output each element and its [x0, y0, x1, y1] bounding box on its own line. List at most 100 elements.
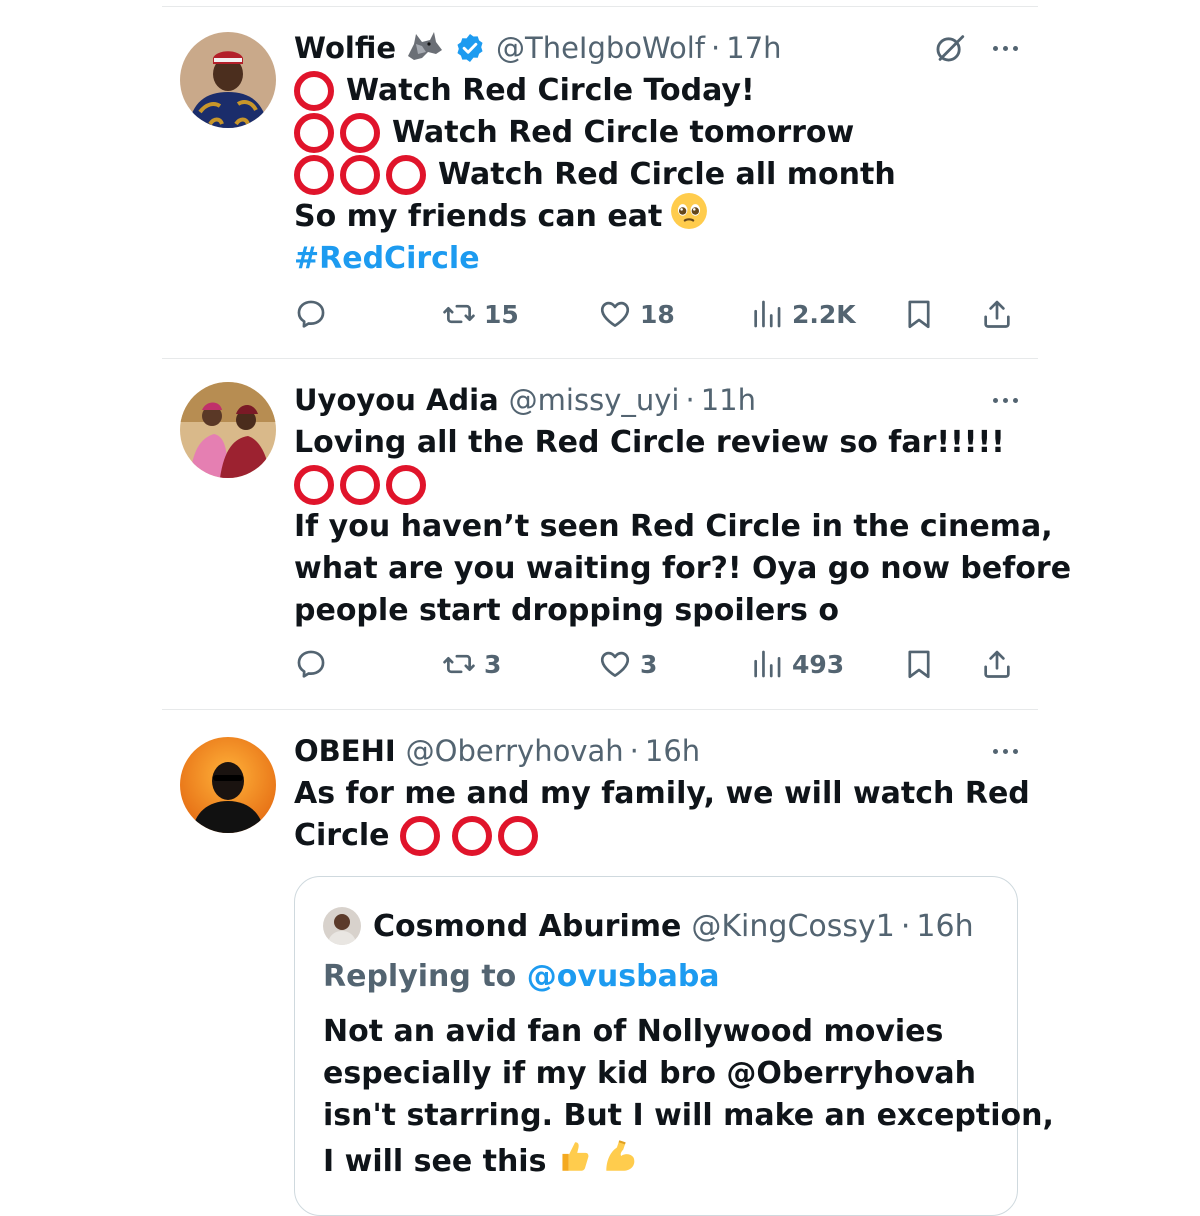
separator: · — [629, 734, 639, 768]
reply-button[interactable] — [294, 294, 328, 334]
share-icon — [980, 297, 1014, 331]
red-circle-icon — [294, 71, 334, 111]
quoted-tweet-text: Not an avid fan of Nollywood movies espe… — [323, 1011, 1054, 1187]
red-circle-icon — [451, 816, 492, 856]
tweet-line: Loving all the Red Circle review so far!… — [294, 422, 1018, 464]
author-handle[interactable]: @missy_uyi — [509, 383, 680, 417]
retweet-button[interactable]: 3 — [442, 644, 501, 684]
like-button[interactable]: 18 — [598, 294, 675, 334]
timestamp[interactable]: 11h — [701, 383, 756, 417]
line-text: Watch Red Circle all month — [438, 157, 896, 192]
tweet-line: So my friends can eat — [294, 193, 1018, 238]
divider — [162, 358, 1038, 359]
tweet-line: Watch Red Circle all month — [294, 154, 1018, 196]
like-icon — [598, 297, 632, 331]
pleading-face-emoji-icon — [670, 192, 708, 242]
divider — [162, 709, 1038, 710]
red-circle-icon — [340, 465, 380, 505]
author-handle[interactable]: @Oberryhovah — [406, 734, 624, 768]
timestamp[interactable]: 17h — [726, 31, 781, 65]
author-handle[interactable]: @KingCossy1 — [691, 909, 894, 944]
red-circle-icon — [386, 155, 426, 195]
separator: · — [711, 31, 721, 65]
tweet-header: Uyoyou Adia @missy_uyi · 11h — [294, 378, 1018, 422]
views-count: 2.2K — [792, 299, 856, 329]
tweet-actions: 15 18 2.2K — [294, 294, 1018, 334]
retweet-count: 3 — [484, 649, 502, 679]
retweet-icon — [442, 647, 476, 681]
tweet[interactable]: Wolfie @TheIgboWolf · 17h Watch Red Circ… — [162, 26, 1038, 358]
tweet-line: I will see this — [323, 1137, 1054, 1187]
line-text: So my friends can eat — [294, 199, 663, 234]
author-name[interactable]: Cosmond Aburime — [373, 909, 681, 944]
timestamp[interactable]: 16h — [645, 734, 700, 768]
views-count: 493 — [792, 649, 845, 679]
avatar[interactable] — [323, 907, 361, 945]
avatar[interactable] — [180, 382, 276, 478]
avatar[interactable] — [180, 32, 276, 128]
hashtag[interactable]: #RedCircle — [294, 238, 1018, 280]
tweet-text: Watch Red Circle Today! Watch Red Circle… — [294, 70, 1018, 280]
more-icon[interactable] — [993, 382, 1018, 418]
timeline: Wolfie @TheIgboWolf · 17h Watch Red Circ… — [162, 0, 1071, 1216]
red-circle-icon — [294, 113, 334, 153]
quoted-tweet-header: Cosmond Aburime @KingCossy1 · 16h — [323, 907, 974, 945]
tweet-line: especially if my kid bro @Oberryhovah — [323, 1056, 977, 1091]
quoted-tweet[interactable]: Cosmond Aburime @KingCossy1 · 16h Replyi… — [294, 876, 1054, 1216]
share-button[interactable] — [980, 644, 1014, 684]
line-text: people start dropping spoilers o — [294, 593, 839, 628]
grok-icon[interactable] — [933, 31, 967, 65]
replying-mention[interactable]: @ovusbaba — [527, 959, 720, 994]
tweet-actions: 3 3 493 — [294, 644, 1018, 684]
thumbs-up-emoji-icon — [554, 1137, 592, 1187]
line-text: Watch Red Circle Today! — [346, 73, 755, 108]
like-icon — [598, 647, 632, 681]
author-name[interactable]: OBEHI — [294, 734, 396, 768]
reply-button[interactable] — [294, 644, 328, 684]
bookmark-icon — [902, 647, 936, 681]
author-name[interactable]: Uyoyou Adia — [294, 383, 499, 417]
author-name[interactable]: Wolfie — [294, 31, 396, 65]
replying-to: Replying to @ovusbaba — [323, 959, 720, 994]
like-count: 18 — [640, 299, 675, 329]
bookmark-button[interactable] — [902, 644, 936, 684]
tweet-line: Circle — [294, 815, 1018, 857]
timestamp[interactable]: 16h — [916, 909, 973, 944]
retweet-count: 15 — [484, 299, 519, 329]
wolf-emoji-icon — [404, 30, 444, 66]
line-text: what are you waiting for?! Oya go now be… — [294, 551, 1072, 586]
avatar[interactable] — [180, 737, 276, 833]
tweet-header: OBEHI @Oberryhovah · 16h — [294, 729, 1018, 773]
share-button[interactable] — [980, 294, 1014, 334]
line-text: If you haven’t seen Red Circle in the ci… — [294, 509, 1053, 544]
retweet-icon — [442, 297, 476, 331]
tweet[interactable]: Uyoyou Adia @missy_uyi · 11h Loving all … — [162, 378, 1071, 708]
tweet-line: Watch Red Circle tomorrow — [294, 112, 1018, 154]
tweet-line: Watch Red Circle Today! — [294, 70, 1018, 112]
tweet-line: isn't starring. But I will make an excep… — [323, 1098, 1054, 1133]
tweet-line — [294, 464, 1018, 506]
retweet-button[interactable]: 15 — [442, 294, 519, 334]
views-icon — [750, 647, 784, 681]
tweet-header: Wolfie @TheIgboWolf · 17h — [294, 26, 1018, 70]
views-icon — [750, 297, 784, 331]
verified-badge-icon — [454, 32, 486, 64]
divider — [162, 6, 1038, 7]
like-button[interactable]: 3 — [598, 644, 657, 684]
separator: · — [685, 383, 695, 417]
red-circle-icon — [386, 465, 426, 505]
red-circle-icon — [294, 465, 334, 505]
tweet-text: Loving all the Red Circle review so far!… — [294, 422, 1071, 632]
more-icon[interactable] — [993, 30, 1018, 66]
author-handle[interactable]: @TheIgboWolf — [496, 31, 705, 65]
views-button[interactable]: 493 — [750, 644, 844, 684]
red-circle-icon — [340, 113, 380, 153]
red-circle-icon — [294, 155, 334, 195]
views-button[interactable]: 2.2K — [750, 294, 856, 334]
tweet-line: As for me and my family, we will watch R… — [294, 773, 1030, 815]
more-icon[interactable] — [993, 733, 1018, 769]
red-circle-icon — [399, 816, 440, 856]
line-text: Watch Red Circle tomorrow — [392, 115, 855, 150]
bookmark-icon — [902, 297, 936, 331]
bookmark-button[interactable] — [902, 294, 936, 334]
